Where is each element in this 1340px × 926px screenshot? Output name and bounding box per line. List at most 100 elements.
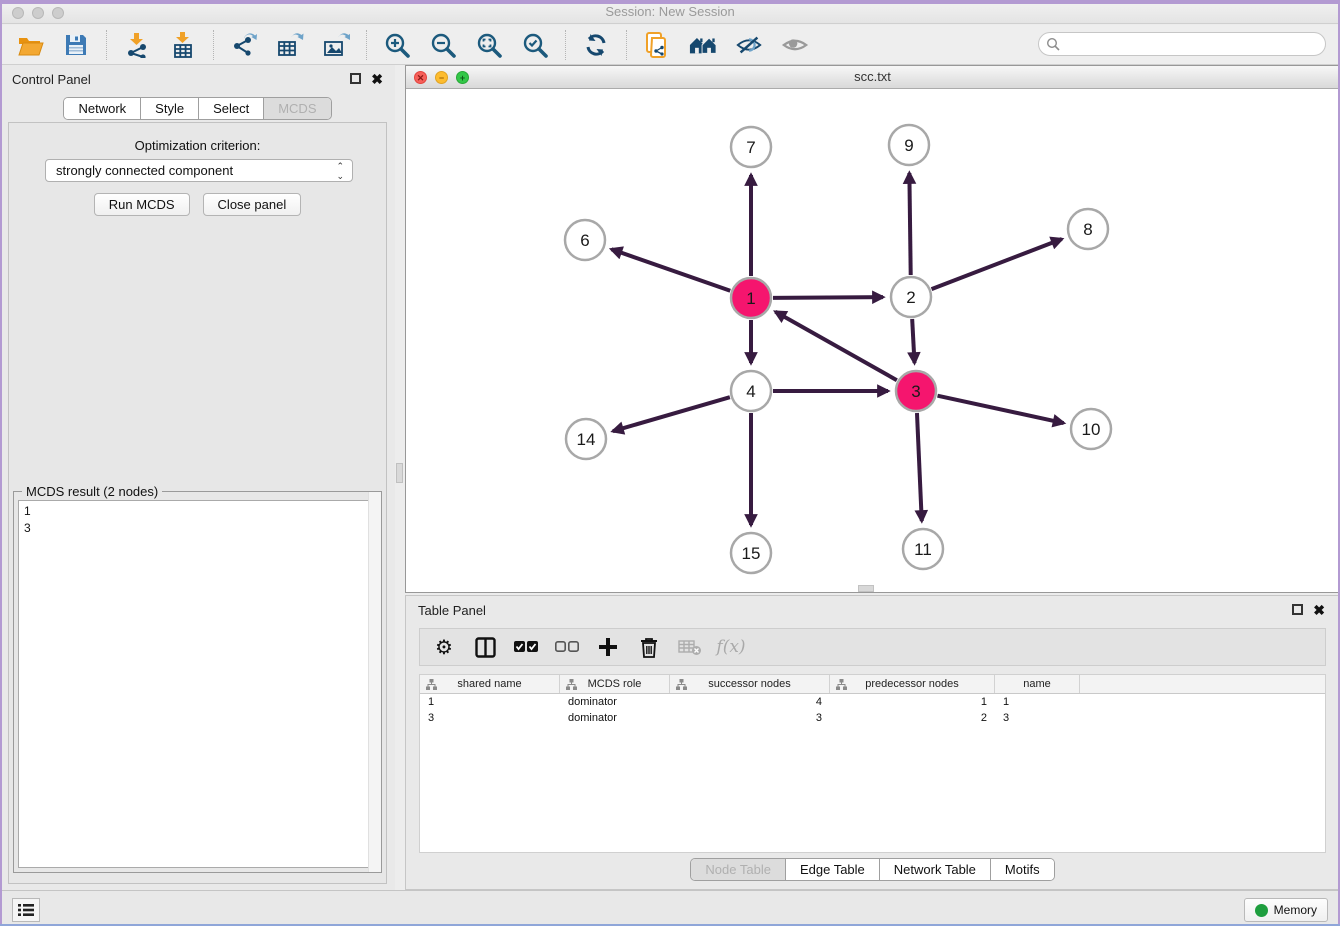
- refresh-icon[interactable]: [582, 31, 610, 59]
- copy-network-icon[interactable]: [643, 31, 671, 59]
- tab-network-table[interactable]: Network Table: [880, 859, 991, 880]
- zoom-in-icon[interactable]: [383, 31, 411, 59]
- float-panel-icon[interactable]: [350, 73, 361, 84]
- control-panel-header: Control Panel ✖: [0, 65, 395, 93]
- import-network-icon[interactable]: [123, 31, 151, 59]
- graph-node-label-4: 4: [746, 382, 755, 401]
- eye-icon[interactable]: [781, 31, 809, 59]
- tab-network[interactable]: Network: [64, 98, 141, 119]
- save-icon[interactable]: [62, 31, 90, 59]
- table-panel-header: Table Panel ✖: [406, 596, 1339, 624]
- network-view-window: ✕ − + scc.txt 7968124314101511: [405, 65, 1340, 593]
- memory-status-icon: [1255, 904, 1268, 917]
- search-input[interactable]: [1038, 32, 1326, 56]
- mcds-result-scrollbar[interactable]: [368, 492, 381, 872]
- status-bar: Memory: [0, 890, 1340, 926]
- zoom-selected-icon[interactable]: [521, 31, 549, 59]
- hierarchy-icon: [836, 679, 847, 690]
- graph-edge-3-10[interactable]: [937, 396, 1063, 423]
- graph-edge-3-11[interactable]: [917, 413, 922, 521]
- zoom-out-icon[interactable]: [429, 31, 457, 59]
- graph-node-label-10: 10: [1082, 420, 1101, 439]
- graph-node-label-8: 8: [1083, 220, 1092, 239]
- graph-node-label-7: 7: [746, 138, 755, 157]
- main-toolbar: [0, 25, 1340, 65]
- tab-mcds[interactable]: MCDS: [264, 98, 330, 119]
- memory-label: Memory: [1274, 903, 1317, 917]
- graph-node-label-15: 15: [742, 544, 761, 563]
- memory-button[interactable]: Memory: [1244, 898, 1328, 922]
- hierarchy-icon: [426, 679, 437, 690]
- optimization-criterion-select[interactable]: strongly connected component ⌃⌄: [45, 159, 353, 182]
- titlebar: Session: New Session: [0, 0, 1340, 24]
- mcds-result-text[interactable]: 1 3: [18, 500, 377, 868]
- graph-edge-2-9[interactable]: [909, 173, 910, 275]
- task-history-button[interactable]: [12, 898, 40, 922]
- control-panel-tabs: Network Style Select MCDS: [0, 97, 395, 120]
- select-stepper-icon: ⌃⌄: [336, 161, 344, 181]
- mcds-panel: Optimization criterion: strongly connect…: [8, 122, 387, 884]
- graph-edge-3-1[interactable]: [775, 312, 896, 380]
- mcds-result-title: MCDS result (2 nodes): [22, 484, 162, 499]
- close-panel-icon[interactable]: ✖: [371, 71, 383, 88]
- graph-edge-4-14[interactable]: [613, 397, 730, 431]
- select-all-icon[interactable]: [514, 635, 538, 659]
- column-header-predecessor-nodes[interactable]: predecessor nodes: [830, 675, 995, 693]
- graph-node-label-9: 9: [904, 136, 913, 155]
- export-image-icon[interactable]: [322, 31, 350, 59]
- graph-edge-1-6[interactable]: [611, 249, 730, 291]
- column-header-successor-nodes[interactable]: successor nodes: [670, 675, 830, 693]
- column-header-shared-name[interactable]: shared name: [420, 675, 560, 693]
- search-field-wrap: [1038, 32, 1326, 56]
- table-panel: Table Panel ✖ ⚙ f(x) shared name: [405, 595, 1340, 890]
- mcds-result-group: MCDS result (2 nodes) 1 3: [13, 491, 382, 873]
- graph-edge-2-8[interactable]: [932, 239, 1062, 289]
- eye-slash-icon[interactable]: [735, 31, 763, 59]
- network-graph[interactable]: 7968124314101511: [406, 89, 1339, 592]
- gear-icon[interactable]: ⚙: [432, 635, 456, 659]
- zoom-fit-icon[interactable]: [475, 31, 503, 59]
- node-table: shared name MCDS role successor nodes pr…: [419, 674, 1326, 853]
- columns-icon[interactable]: [473, 635, 497, 659]
- deselect-all-icon[interactable]: [555, 635, 579, 659]
- control-panel-title: Control Panel: [12, 72, 91, 87]
- vertical-splitter[interactable]: [395, 65, 405, 890]
- trash-icon[interactable]: [637, 635, 661, 659]
- graph-edge-2-3[interactable]: [912, 319, 914, 363]
- graph-node-label-1: 1: [746, 289, 755, 308]
- houses-icon[interactable]: [689, 31, 717, 59]
- window-title: Session: New Session: [0, 4, 1340, 19]
- optimization-criterion-label: Optimization criterion:: [9, 138, 386, 153]
- network-window-title: scc.txt: [406, 69, 1339, 84]
- close-panel-button[interactable]: Close panel: [203, 193, 302, 216]
- tab-select[interactable]: Select: [199, 98, 264, 119]
- horizontal-splitter-grip[interactable]: [858, 585, 874, 592]
- float-panel-icon[interactable]: [1292, 604, 1303, 615]
- graph-edge-1-2[interactable]: [773, 297, 883, 298]
- tab-style[interactable]: Style: [141, 98, 199, 119]
- folder-open-icon[interactable]: [16, 31, 44, 59]
- splitter-grip[interactable]: [396, 463, 403, 483]
- function-icon: f(x): [719, 635, 743, 659]
- table-header-row: shared name MCDS role successor nodes pr…: [420, 675, 1325, 694]
- export-table-icon[interactable]: [276, 31, 304, 59]
- graph-node-label-2: 2: [906, 288, 915, 307]
- table-row[interactable]: 1 dominator 4 1 1: [420, 694, 1325, 710]
- table-tabs: Node Table Edge Table Network Table Moti…: [406, 858, 1339, 881]
- table-row[interactable]: 3 dominator 3 2 3: [420, 710, 1325, 726]
- column-header-mcds-role[interactable]: MCDS role: [560, 675, 670, 693]
- tab-edge-table[interactable]: Edge Table: [786, 859, 880, 880]
- control-panel: Control Panel ✖ Network Style Select MCD…: [0, 65, 395, 890]
- import-table-icon[interactable]: [169, 31, 197, 59]
- graph-node-label-6: 6: [580, 231, 589, 250]
- tab-node-table[interactable]: Node Table: [691, 859, 786, 880]
- run-mcds-button[interactable]: Run MCDS: [94, 193, 190, 216]
- tab-motifs[interactable]: Motifs: [991, 859, 1054, 880]
- delete-table-icon: [678, 635, 702, 659]
- add-icon[interactable]: [596, 635, 620, 659]
- graph-node-label-11: 11: [914, 540, 932, 559]
- column-header-name[interactable]: name: [995, 675, 1080, 693]
- close-panel-icon[interactable]: ✖: [1313, 602, 1325, 619]
- export-network-icon[interactable]: [230, 31, 258, 59]
- hierarchy-icon: [566, 679, 577, 690]
